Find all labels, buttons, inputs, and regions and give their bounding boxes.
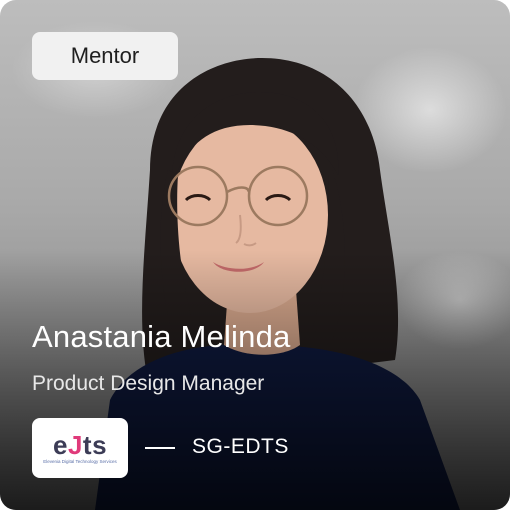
company-logo-tagline: Elevenia Digital Technology Services: [43, 458, 117, 464]
mentor-name: Anastania Melinda: [32, 319, 291, 354]
divider-dash: [145, 447, 175, 449]
company-logo-mark: eJts: [52, 429, 108, 460]
company-logo: eJts Elevenia Digital Technology Service…: [32, 418, 128, 478]
mentor-badge: Mentor: [32, 32, 178, 80]
mentor-card[interactable]: Mentor Anastania Melinda Product Design …: [0, 0, 510, 510]
mentor-role: Product Design Manager: [32, 372, 265, 395]
company-name: SG-EDTS: [192, 435, 289, 458]
